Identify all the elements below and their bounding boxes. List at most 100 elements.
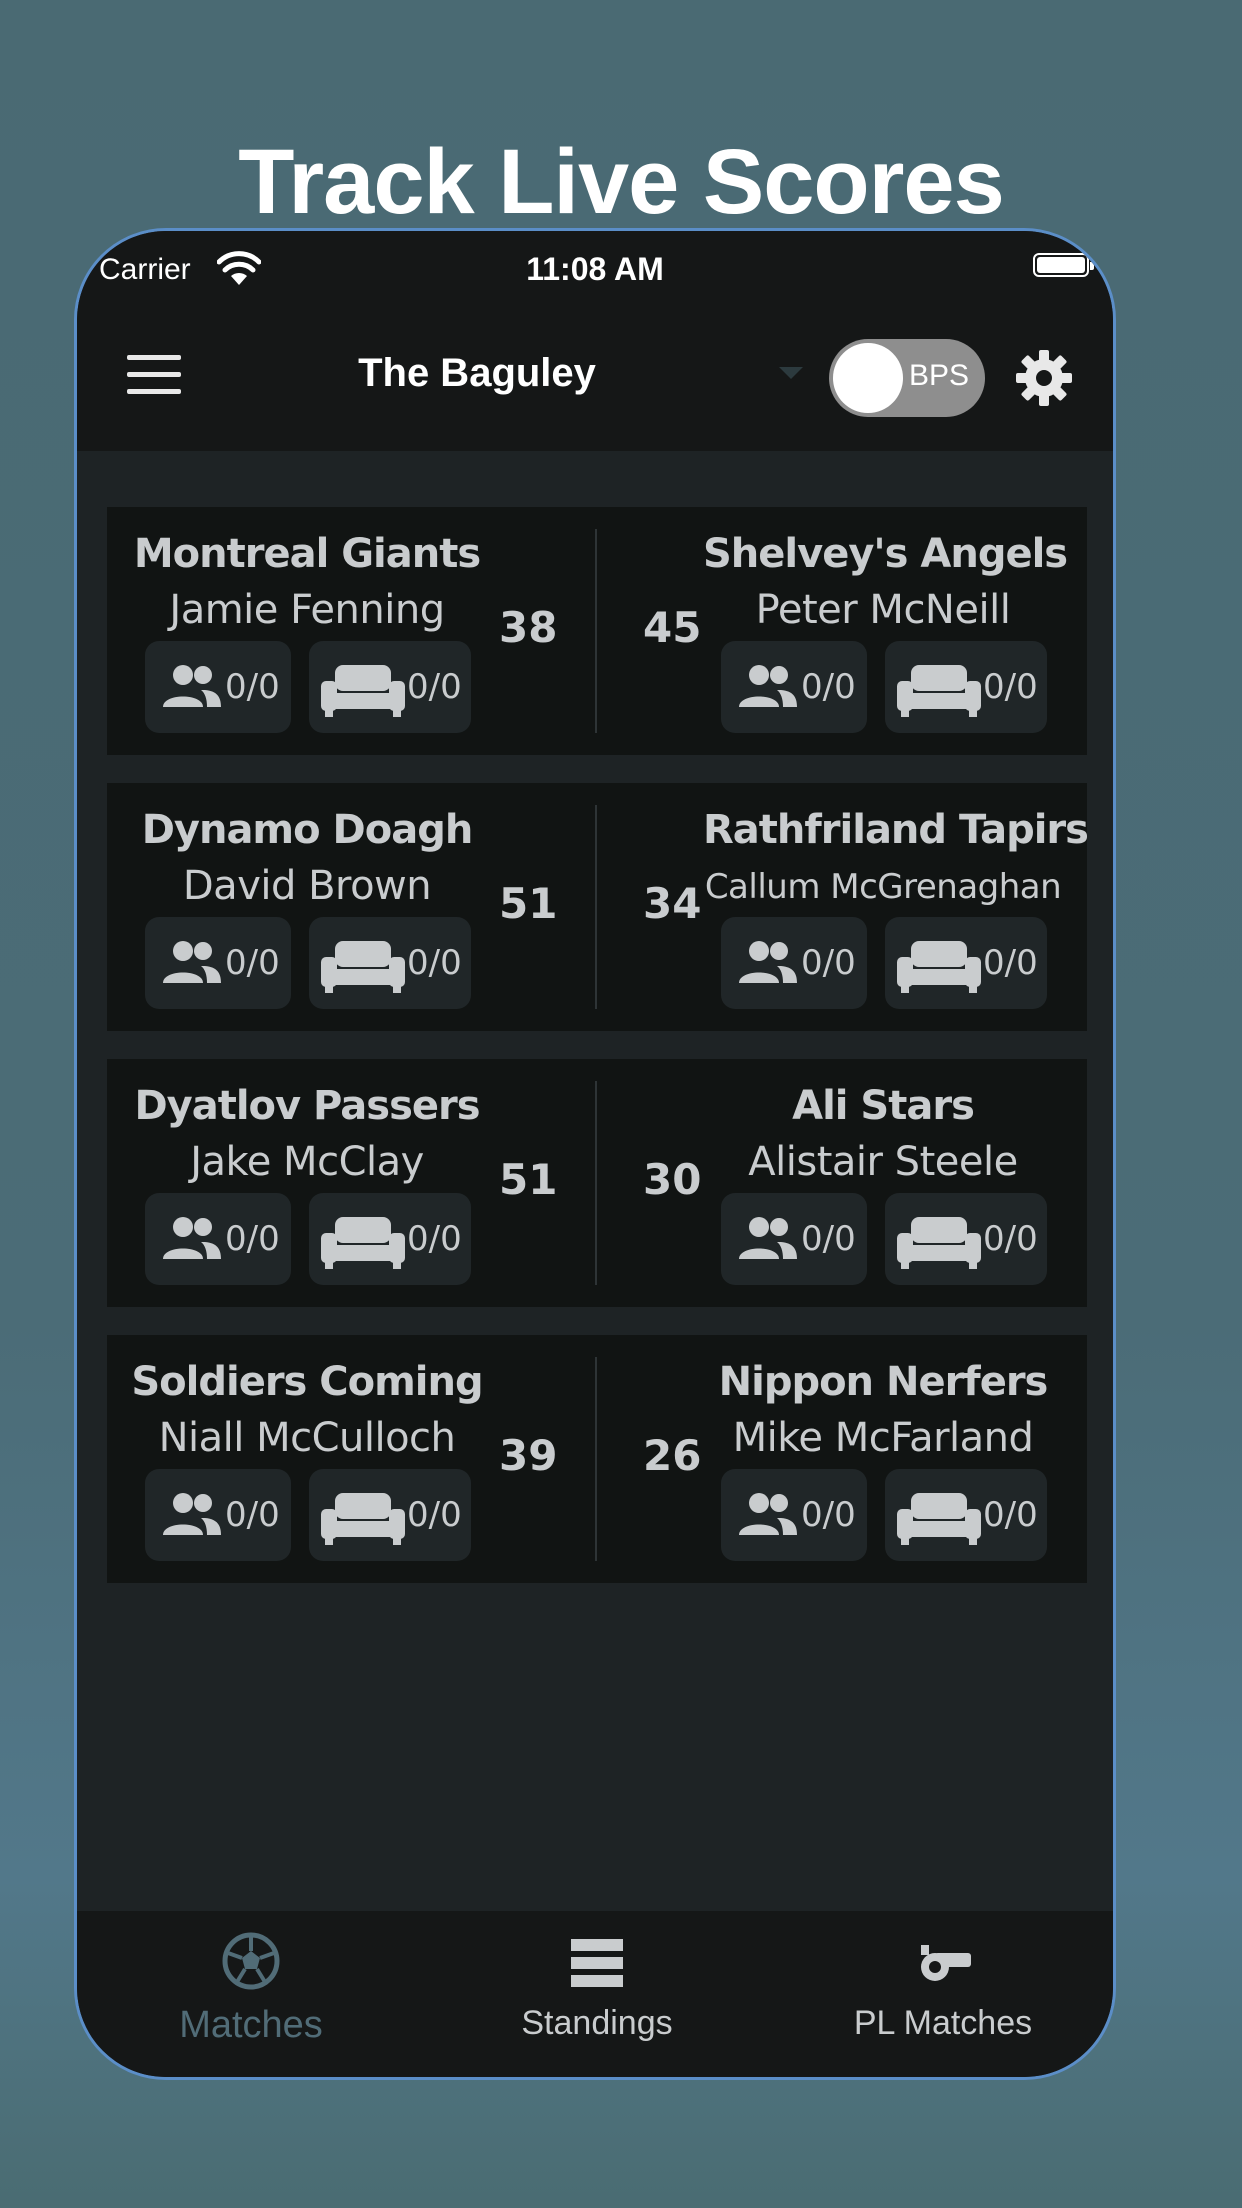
home-score: 39 [499,1431,558,1480]
bench-value: 0/0 [407,943,462,983]
sofa-icon [321,941,405,993]
gear-icon[interactable] [1015,349,1073,407]
people-icon [739,1217,797,1259]
away-side: Ali Stars Alistair Steele 0/0 0/0 [703,1059,1063,1307]
home-side: Montreal Giants Jamie Fenning 0/0 0/0 [127,507,487,755]
toggle-label: BPS [908,359,969,392]
matches-list: Montreal Giants Jamie Fenning 0/0 0/0 38… [77,451,1113,1917]
people-icon [739,665,797,707]
bench-chip: 0/0 [309,641,471,733]
home-score: 38 [499,603,558,652]
headline: Track Live Scores [238,131,1005,233]
sofa-icon [897,1493,981,1545]
battery-icon [1033,253,1094,277]
players-value: 0/0 [801,1495,856,1535]
toggle-knob [833,343,903,413]
manager-name: Mike McFarland [732,1415,1034,1461]
away-score: 26 [643,1431,702,1480]
team-name: Nippon Nerfers [718,1359,1049,1405]
match-card[interactable]: Soldiers Coming Niall McCulloch 0/0 0/0 … [107,1335,1087,1583]
standings-list-icon [571,1939,623,1987]
tab-label: PL Matches [853,2004,1033,2042]
players-played-chip: 0/0 [721,641,867,733]
people-icon [163,1217,221,1259]
app-bar: The Baguley BPS [77,315,1113,451]
bench-value: 0/0 [407,1495,462,1535]
people-icon [739,941,797,983]
sofa-icon [321,1493,405,1545]
away-side: Shelvey's Angels Peter McNeill 0/0 0/0 [703,507,1068,755]
bench-value: 0/0 [983,1219,1038,1259]
divider [595,529,597,733]
team-name: Shelvey's Angels [703,531,1068,577]
sofa-icon [321,1217,405,1269]
match-card[interactable]: Montreal Giants Jamie Fenning 0/0 0/0 38… [107,507,1087,755]
players-played-chip: 0/0 [145,917,291,1009]
bench-value: 0/0 [407,1219,462,1259]
team-name: Rathfriland Tapirs [703,807,1089,853]
away-score: 30 [643,1155,702,1204]
sofa-icon [897,1217,981,1269]
people-icon [163,941,221,983]
players-value: 0/0 [225,1219,280,1259]
tab-matches[interactable]: Matches [101,1931,401,2047]
phone-frame: Carrier 11:08 AM The Baguley BPS Montrea… [74,228,1116,2080]
players-value: 0/0 [801,1219,856,1259]
bench-chip: 0/0 [885,917,1047,1009]
divider [595,1081,597,1285]
people-icon [163,665,221,707]
team-name: Dyatlov Passers [134,1083,480,1129]
team-name: Montreal Giants [133,531,481,577]
tab-standings[interactable]: Standings [447,1931,747,2043]
players-value: 0/0 [225,1495,280,1535]
menu-button[interactable] [127,355,181,399]
players-value: 0/0 [225,667,280,707]
away-side: Rathfriland Tapirs Callum McGrenaghan 0/… [703,783,1089,1031]
sofa-icon [321,665,405,717]
away-side: Nippon Nerfers Mike McFarland 0/0 0/0 [703,1335,1063,1583]
players-value: 0/0 [801,667,856,707]
manager-name: Callum McGrenaghan [704,867,1062,907]
home-side: Dyatlov Passers Jake McClay 0/0 0/0 [127,1059,487,1307]
sofa-icon [897,665,981,717]
home-side: Soldiers Coming Niall McCulloch 0/0 0/0 [127,1335,487,1583]
tab-label: Standings [521,2004,673,2042]
players-played-chip: 0/0 [721,1193,867,1285]
match-card[interactable]: Dyatlov Passers Jake McClay 0/0 0/0 51 3… [107,1059,1087,1307]
status-bar: Carrier 11:08 AM [77,231,1113,315]
tab-label: Matches [179,2004,323,2046]
bench-chip: 0/0 [885,641,1047,733]
manager-name: Jake McClay [190,1139,424,1185]
bench-chip: 0/0 [885,1193,1047,1285]
manager-name: Niall McCulloch [158,1415,456,1461]
players-played-chip: 0/0 [145,1469,291,1561]
match-card[interactable]: Dynamo Doagh David Brown 0/0 0/0 51 34 R… [107,783,1089,1031]
whistle-icon [921,1945,971,1981]
tab-pl-matches[interactable]: PL Matches [793,1931,1093,2043]
players-value: 0/0 [225,943,280,983]
bench-value: 0/0 [983,943,1038,983]
manager-name: Peter McNeill [755,587,1011,633]
hamburger-icon [127,355,181,360]
bps-toggle[interactable]: BPS [829,339,985,417]
bench-value: 0/0 [983,1495,1038,1535]
manager-name: David Brown [182,863,432,909]
players-played-chip: 0/0 [145,1193,291,1285]
chevron-down-icon[interactable] [779,367,803,379]
people-icon [163,1493,221,1535]
players-value: 0/0 [801,943,856,983]
away-score: 45 [643,603,702,652]
bench-chip: 0/0 [309,1193,471,1285]
team-name: Dynamo Doagh [141,807,474,853]
status-time: 11:08 AM [526,251,664,287]
soccer-ball-icon [222,1932,280,1990]
manager-name: Jamie Fenning [169,587,445,633]
home-side: Dynamo Doagh David Brown 0/0 0/0 [127,783,487,1031]
players-played-chip: 0/0 [721,1469,867,1561]
bench-chip: 0/0 [309,1469,471,1561]
bench-chip: 0/0 [885,1469,1047,1561]
divider [595,805,597,1009]
home-score: 51 [499,879,558,928]
bench-chip: 0/0 [309,917,471,1009]
league-selector[interactable]: The Baguley [327,351,627,396]
